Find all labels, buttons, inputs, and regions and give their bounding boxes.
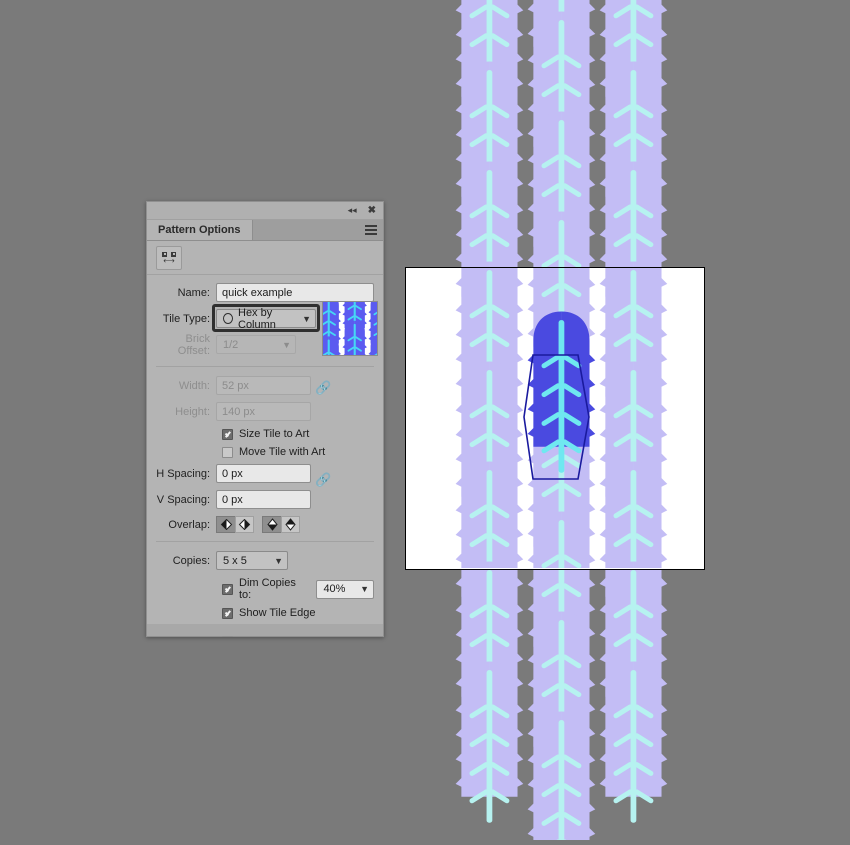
overlap-button-group bbox=[216, 516, 300, 533]
overlap-label: Overlap: bbox=[168, 518, 210, 531]
artwork-canvas bbox=[0, 0, 850, 840]
show-tile-edge-row: Show Tile Edge bbox=[156, 607, 374, 619]
hamburger-menu-icon[interactable] bbox=[359, 220, 383, 240]
move-tile-with-art-label: Move Tile with Art bbox=[239, 446, 326, 458]
copies-select[interactable]: 5 x 5 ▼ bbox=[216, 551, 288, 570]
name-input[interactable]: quick example bbox=[216, 283, 374, 302]
v-spacing-label: V Spacing: bbox=[156, 493, 210, 506]
v-spacing-row: V Spacing: 0 px bbox=[156, 490, 374, 509]
h-spacing-row: H Spacing: 0 px bbox=[156, 464, 374, 483]
dim-copies-checkbox[interactable] bbox=[222, 583, 233, 595]
h-spacing-label: H Spacing: bbox=[156, 467, 210, 480]
tile-type-label: Tile Type: bbox=[162, 312, 210, 325]
dim-copies-row: Dim Copies to: 40% ▼ bbox=[156, 577, 374, 601]
pattern-thumbnail-preview bbox=[322, 301, 378, 356]
dim-copies-label: Dim Copies to: bbox=[239, 577, 296, 601]
width-input: 52 px bbox=[216, 376, 311, 395]
size-tile-to-art-label: Size Tile to Art bbox=[239, 428, 310, 440]
spacing-link-icon[interactable]: 🔗 bbox=[315, 473, 331, 486]
height-input: 140 px bbox=[216, 402, 311, 421]
copies-value: 5 x 5 bbox=[223, 554, 247, 567]
chevron-down-icon: ▼ bbox=[282, 339, 291, 350]
show-tile-edge-checkbox[interactable] bbox=[222, 607, 233, 619]
overlap-bottom-in-front-button[interactable] bbox=[262, 516, 281, 533]
v-spacing-input[interactable]: 0 px bbox=[216, 490, 311, 509]
chevron-down-icon: ▼ bbox=[274, 555, 283, 566]
overlap-top-in-front-button[interactable] bbox=[281, 516, 300, 533]
panel-title: Pattern Options bbox=[158, 224, 241, 236]
size-tile-to-art-checkbox[interactable] bbox=[222, 428, 233, 440]
name-row: Name: quick example bbox=[156, 283, 374, 302]
height-row: Height: 140 px bbox=[156, 402, 374, 421]
brick-offset-value: 1/2 bbox=[223, 338, 239, 351]
dim-copies-value: 40% bbox=[323, 583, 346, 595]
overlap-bottom-icon bbox=[266, 518, 278, 531]
panel-tool-row: ⟷ bbox=[147, 241, 383, 275]
tile-type-value: Hex by Column bbox=[238, 306, 276, 331]
tile-type-wrapper: Hex by Column ▼ bbox=[212, 304, 320, 332]
tile-spacing-tool-icon[interactable]: ⟷ bbox=[156, 245, 182, 270]
overlap-left-icon bbox=[220, 519, 232, 530]
overlap-vertical-pair bbox=[262, 516, 300, 533]
height-label: Height: bbox=[175, 405, 210, 418]
copies-row: Copies: 5 x 5 ▼ bbox=[156, 551, 374, 570]
thumbnail-svg bbox=[323, 302, 377, 355]
dim-copies-select[interactable]: 40% ▼ bbox=[316, 579, 374, 599]
h-spacing-input[interactable]: 0 px bbox=[216, 464, 311, 483]
tab-pattern-options[interactable]: Pattern Options bbox=[147, 220, 253, 240]
tab-row-spacer bbox=[253, 220, 359, 240]
panel-title-bar: ◂◂ ✖ bbox=[147, 202, 383, 220]
brick-offset-select: 1/2 ▼ bbox=[216, 335, 296, 354]
width-row: Width: 52 px bbox=[156, 376, 374, 395]
tile-type-select[interactable]: Hex by Column ▼ bbox=[216, 306, 316, 331]
pattern-options-panel: ◂◂ ✖ Pattern Options ⟷ Name: quick examp… bbox=[146, 201, 384, 637]
close-panel-icon[interactable]: ✖ bbox=[368, 205, 376, 216]
overlap-top-icon bbox=[285, 518, 296, 531]
chevron-down-icon: ▼ bbox=[360, 584, 369, 594]
copies-label: Copies: bbox=[172, 554, 210, 567]
hexagon-icon bbox=[223, 313, 233, 324]
name-label: Name: bbox=[177, 286, 210, 299]
brick-offset-label: Brick Offset: bbox=[177, 332, 210, 357]
collapse-panel-icon[interactable]: ◂◂ bbox=[348, 206, 357, 215]
panel-tab-row: Pattern Options bbox=[147, 220, 383, 241]
overlap-right-in-front-button[interactable] bbox=[235, 516, 254, 533]
overlap-right-icon bbox=[238, 519, 251, 530]
panel-footer bbox=[147, 624, 383, 636]
overlap-row: Overlap: bbox=[156, 516, 374, 533]
show-tile-edge-label: Show Tile Edge bbox=[239, 607, 316, 619]
move-tile-with-art-row: Move Tile with Art bbox=[156, 446, 374, 458]
width-label: Width: bbox=[178, 379, 210, 392]
chevron-down-icon: ▼ bbox=[302, 313, 311, 324]
divider-2 bbox=[156, 541, 374, 542]
size-tile-to-art-row: Size Tile to Art bbox=[156, 428, 374, 440]
move-tile-with-art-checkbox[interactable] bbox=[222, 446, 233, 458]
overlap-left-in-front-button[interactable] bbox=[216, 516, 235, 533]
overlap-horizontal-pair bbox=[216, 516, 254, 533]
divider-1 bbox=[156, 366, 374, 367]
artboard bbox=[405, 267, 705, 570]
dimension-link-icon[interactable]: 🔗 bbox=[315, 381, 331, 394]
